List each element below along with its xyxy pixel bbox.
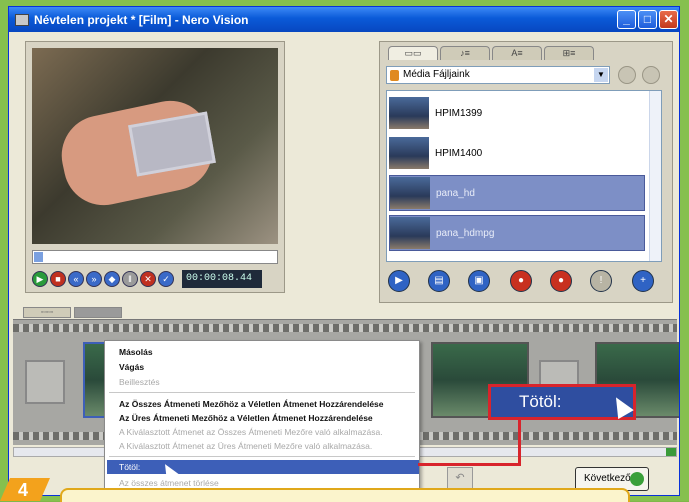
list-item[interactable]: pana_hd	[389, 175, 645, 211]
step-caption-box	[60, 488, 630, 502]
title-bar: Névtelen projekt * [Film] - Nero Vision …	[9, 7, 679, 32]
menu-separator	[109, 456, 415, 457]
stop-icon[interactable]: ■	[50, 271, 66, 287]
storyboard-tabs: ▫▫▫▫▫	[23, 307, 122, 318]
list-item[interactable]: pana_hdmpg	[389, 215, 645, 251]
list-item[interactable]: HPIM1400	[389, 135, 645, 171]
media-file-list: HPIM1399 HPIM1400 pana_hd pana_hdmpg	[386, 90, 662, 262]
menu-item-paste[interactable]: Beillesztés	[119, 376, 160, 388]
file-thumbnail	[389, 97, 429, 129]
media-panel: ▭▭ ♪≡ A≡ ⊞≡ Média Fájljaink ▼ HPIM1399 H…	[379, 41, 673, 303]
forward-icon[interactable]: »	[86, 271, 102, 287]
file-name: HPIM1399	[435, 107, 483, 119]
maximize-button[interactable]: □	[638, 10, 657, 29]
scrubber-handle[interactable]	[34, 252, 43, 262]
tutorial-frame: Névtelen projekt * [Film] - Nero Vision …	[0, 0, 689, 502]
film-strip-top	[13, 324, 677, 332]
list-item[interactable]: HPIM1399	[389, 95, 645, 131]
chevron-down-icon[interactable]: ▼	[594, 68, 608, 82]
file-thumbnail	[390, 217, 430, 249]
open-icon[interactable]: ▣	[468, 270, 490, 292]
vertical-scrollbar[interactable]	[649, 91, 661, 261]
preview-panel: ▶ ■ « » ◆ ‖ ✕ ✓ 00:00:08.44	[25, 41, 285, 293]
person-icon	[390, 70, 399, 81]
media-source-label: Média Fájljaink	[403, 69, 470, 80]
app-icon	[15, 13, 29, 26]
file-name: pana_hd	[436, 187, 475, 199]
menu-highlight	[107, 460, 419, 474]
menu-item-cut[interactable]: Vágás	[119, 361, 144, 373]
video-preview	[32, 48, 278, 244]
menu-item-apply-empty[interactable]: A Kiválasztott Átmenet az Üres Átmeneti …	[119, 440, 372, 452]
capture-icon[interactable]: ●	[550, 270, 572, 292]
rewind-icon[interactable]: «	[68, 271, 84, 287]
menu-item-apply-all[interactable]: A Kiválasztott Átmenet az Összes Átmenet…	[119, 426, 383, 438]
info-icon[interactable]: !	[590, 270, 612, 292]
media-tabs: ▭▭ ♪≡ A≡ ⊞≡	[388, 46, 594, 60]
media-actions: ▶ ▤ ▣ ● ● ! +	[388, 270, 670, 296]
split-icon[interactable]: ‖	[122, 271, 138, 287]
add-icon[interactable]: +	[632, 270, 654, 292]
file-thumbnail	[389, 137, 429, 169]
play-icon[interactable]: ▶	[32, 271, 48, 287]
play-media-icon[interactable]: ▶	[388, 270, 410, 292]
step-number: 4	[18, 480, 29, 500]
timecode-display[interactable]: 00:00:08.44	[182, 270, 262, 288]
close-button[interactable]: ✕	[659, 10, 678, 29]
tab-audio[interactable]: ♪≡	[440, 46, 490, 60]
scroll-right-icon[interactable]	[666, 448, 676, 456]
zoom-callout-label: Tötöl:	[519, 392, 562, 411]
transition-slot[interactable]	[25, 360, 65, 404]
menu-item-random-empty[interactable]: Az Üres Átmeneti Mezőhöz a Véletlen Átme…	[119, 412, 373, 424]
menu-item-random-all[interactable]: Az Összes Átmeneti Mezőhöz a Véletlen Át…	[119, 398, 384, 410]
callout-line	[518, 418, 521, 466]
window-title: Névtelen projekt * [Film] - Nero Vision	[34, 12, 249, 27]
delete-icon[interactable]: ✕	[140, 271, 156, 287]
properties-icon[interactable]: ▤	[428, 270, 450, 292]
file-thumbnail	[390, 177, 430, 209]
tab-storyboard[interactable]: ▫▫▫▫▫	[23, 307, 71, 318]
confirm-icon[interactable]: ✓	[158, 271, 174, 287]
context-menu: Másolás Vágás Beillesztés Az Összes Átme…	[104, 340, 420, 496]
minimize-button[interactable]: _	[617, 10, 636, 29]
tab-effects[interactable]: ⊞≡	[544, 46, 594, 60]
refresh-icon[interactable]	[618, 66, 636, 84]
timeline-scrubber[interactable]	[32, 250, 278, 264]
arrow-right-icon	[630, 472, 644, 486]
tab-text[interactable]: A≡	[492, 46, 542, 60]
callout-line	[418, 463, 520, 466]
record-icon[interactable]: ●	[510, 270, 532, 292]
undo-button[interactable]: ↶	[447, 467, 473, 489]
media-source-dropdown[interactable]: Média Fájljaink ▼	[386, 66, 610, 84]
menu-separator	[109, 392, 415, 393]
menu-item-delete[interactable]: Tötöl:	[119, 461, 140, 473]
next-button-label: Következő	[584, 473, 631, 484]
mark-icon[interactable]: ◆	[104, 271, 120, 287]
menu-item-copy[interactable]: Másolás	[119, 346, 153, 358]
file-name: HPIM1400	[435, 147, 483, 159]
playback-controls: ▶ ■ « » ◆ ‖ ✕ ✓ 00:00:08.44	[32, 268, 278, 290]
tab-timeline[interactable]	[74, 307, 122, 318]
tab-video[interactable]: ▭▭	[388, 46, 438, 60]
filter-icon[interactable]	[642, 66, 660, 84]
file-name: pana_hdmpg	[436, 227, 495, 239]
